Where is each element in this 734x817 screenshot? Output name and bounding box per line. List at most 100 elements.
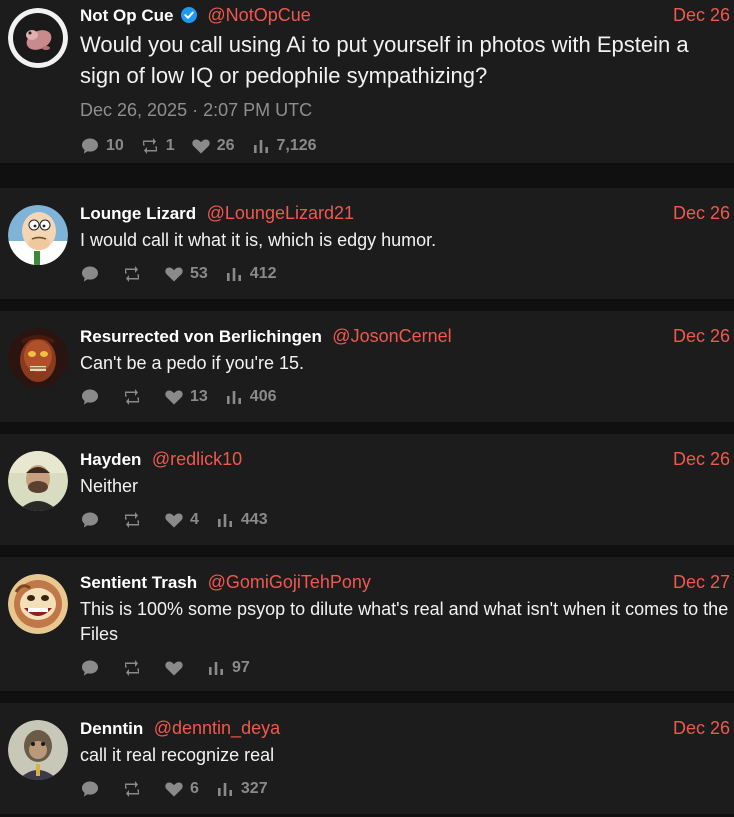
reply-stat[interactable] — [80, 658, 106, 678]
tweet-date[interactable]: Dec 26 — [673, 4, 730, 26]
retweet-icon — [142, 138, 157, 154]
tweet-content: Sentient Trash @GomiGojiTehPony Dec 27 T… — [80, 571, 730, 679]
like-stat[interactable]: 53 — [164, 264, 208, 284]
retweet-icon — [125, 512, 139, 528]
comment-bubble-icon — [82, 660, 98, 676]
heart-icon — [165, 513, 183, 528]
tweet-stats: 53 412 — [80, 263, 730, 285]
tweet-date[interactable]: Dec 26 — [673, 717, 730, 739]
comment-bubble-icon — [82, 266, 98, 282]
username-handle[interactable]: @GomiGojiTehPony — [208, 572, 371, 592]
retweet-icon — [125, 781, 139, 797]
tweet-content: Hayden @redlick10 Dec 26 Neither 4 443 — [80, 448, 730, 531]
reply-tweet[interactable]: Denntin @denntin_deya Dec 26 call it rea… — [0, 703, 734, 814]
retweet-stat[interactable] — [122, 264, 148, 284]
tweet-text: Would you call using Ai to put yourself … — [80, 32, 689, 88]
tweet-stats: 97 — [80, 657, 730, 679]
tweet-content: Resurrected von Berlichingen @JosonCerne… — [80, 325, 730, 408]
views-stat[interactable]: 327 — [215, 779, 268, 799]
avatar[interactable] — [8, 8, 68, 68]
display-name[interactable]: Sentient Trash — [80, 573, 197, 592]
username-handle[interactable]: @redlick10 — [152, 449, 242, 469]
reply-stat[interactable] — [80, 387, 106, 407]
tweet-timestamp: Dec 26, 2025 · 2:07 PM UTC — [80, 100, 313, 120]
bar-chart-icon — [253, 140, 268, 153]
username-handle[interactable]: @NotOpCue — [207, 5, 310, 25]
retweet-stat[interactable] — [122, 510, 148, 530]
reply-stat[interactable] — [80, 264, 106, 284]
avatar[interactable] — [8, 451, 68, 511]
tweet-stats: 13 406 — [80, 386, 730, 408]
view-count: 97 — [232, 659, 250, 676]
retweet-stat[interactable]: 1 — [140, 136, 175, 156]
reply-stat[interactable]: 10 — [80, 136, 124, 156]
like-count: 13 — [190, 388, 208, 405]
comment-bubble-icon — [82, 512, 98, 528]
view-count: 7,126 — [276, 137, 317, 154]
reply-tweet[interactable]: Resurrected von Berlichingen @JosonCerne… — [0, 311, 734, 422]
like-count: 6 — [190, 780, 199, 797]
heart-icon — [165, 782, 183, 797]
bar-chart-icon — [217, 783, 232, 796]
display-name[interactable]: Resurrected von Berlichingen — [80, 327, 322, 346]
tweet-header: Hayden @redlick10 Dec 26 — [80, 448, 730, 470]
like-stat[interactable]: 13 — [164, 387, 208, 407]
heart-icon — [165, 267, 183, 282]
tweet-header: Lounge Lizard @LoungeLizard21 Dec 26 — [80, 202, 730, 224]
retweet-count: 1 — [165, 137, 175, 154]
thread-divider — [0, 545, 734, 557]
view-count: 443 — [240, 511, 268, 528]
comment-bubble-icon — [82, 138, 98, 154]
tweet-content: Not Op Cue @NotOpCue Dec 26 Would you ca… — [80, 4, 730, 157]
retweet-stat[interactable] — [122, 387, 148, 407]
tweet-date[interactable]: Dec 27 — [673, 571, 730, 593]
avatar[interactable] — [8, 205, 68, 265]
display-name[interactable]: Not Op Cue — [80, 6, 174, 25]
thread-divider — [0, 163, 734, 188]
views-stat[interactable]: 97 — [206, 658, 250, 678]
tweet-date[interactable]: Dec 26 — [673, 448, 730, 470]
display-name[interactable]: Lounge Lizard — [80, 204, 196, 223]
avatar[interactable] — [8, 720, 68, 780]
tweet-content: Denntin @denntin_deya Dec 26 call it rea… — [80, 717, 730, 800]
reply-tweet[interactable]: Sentient Trash @GomiGojiTehPony Dec 27 T… — [0, 557, 734, 691]
tweet-date[interactable]: Dec 26 — [673, 325, 730, 347]
display-name[interactable]: Denntin — [80, 719, 143, 738]
reply-stat[interactable] — [80, 779, 106, 799]
like-stat[interactable]: 4 — [164, 510, 199, 530]
tweet-date[interactable]: Dec 26 — [673, 202, 730, 224]
tweet-text: Neither — [80, 476, 139, 496]
reply-tweet[interactable]: Lounge Lizard @LoungeLizard21 Dec 26 I w… — [0, 188, 734, 299]
thread-divider — [0, 691, 734, 703]
like-count: 4 — [190, 511, 199, 528]
username-handle[interactable]: @JosonCernel — [332, 326, 451, 346]
username-handle[interactable]: @denntin_deya — [154, 718, 280, 738]
thread-divider — [0, 299, 734, 311]
avatar[interactable] — [8, 328, 68, 388]
bar-chart-icon — [209, 662, 223, 675]
comment-bubble-icon — [82, 781, 98, 797]
retweet-stat[interactable] — [122, 658, 148, 678]
views-stat[interactable]: 412 — [224, 264, 277, 284]
like-stat[interactable] — [164, 658, 190, 678]
retweet-icon — [125, 660, 139, 676]
verified-badge-icon — [180, 7, 197, 23]
tweet-text: call it real recognize real — [80, 745, 275, 765]
tweet-header: Denntin @denntin_deya Dec 26 — [80, 717, 730, 739]
display-name[interactable]: Hayden — [80, 450, 141, 469]
reply-tweet[interactable]: Hayden @redlick10 Dec 26 Neither 4 443 — [0, 434, 734, 545]
username-handle[interactable]: @LoungeLizard21 — [207, 203, 354, 223]
views-stat[interactable]: 7,126 — [251, 136, 317, 156]
retweet-stat[interactable] — [122, 779, 148, 799]
bar-chart-icon — [217, 514, 232, 527]
reply-stat[interactable] — [80, 510, 106, 530]
views-stat[interactable]: 406 — [224, 387, 277, 407]
avatar[interactable] — [8, 574, 68, 634]
thread-divider — [0, 422, 734, 434]
heart-icon — [165, 661, 183, 676]
views-stat[interactable]: 443 — [215, 510, 268, 530]
main-tweet[interactable]: Not Op Cue @NotOpCue Dec 26 Would you ca… — [0, 0, 734, 163]
like-stat[interactable]: 26 — [191, 136, 235, 156]
retweet-icon — [125, 266, 139, 282]
like-stat[interactable]: 6 — [164, 779, 199, 799]
